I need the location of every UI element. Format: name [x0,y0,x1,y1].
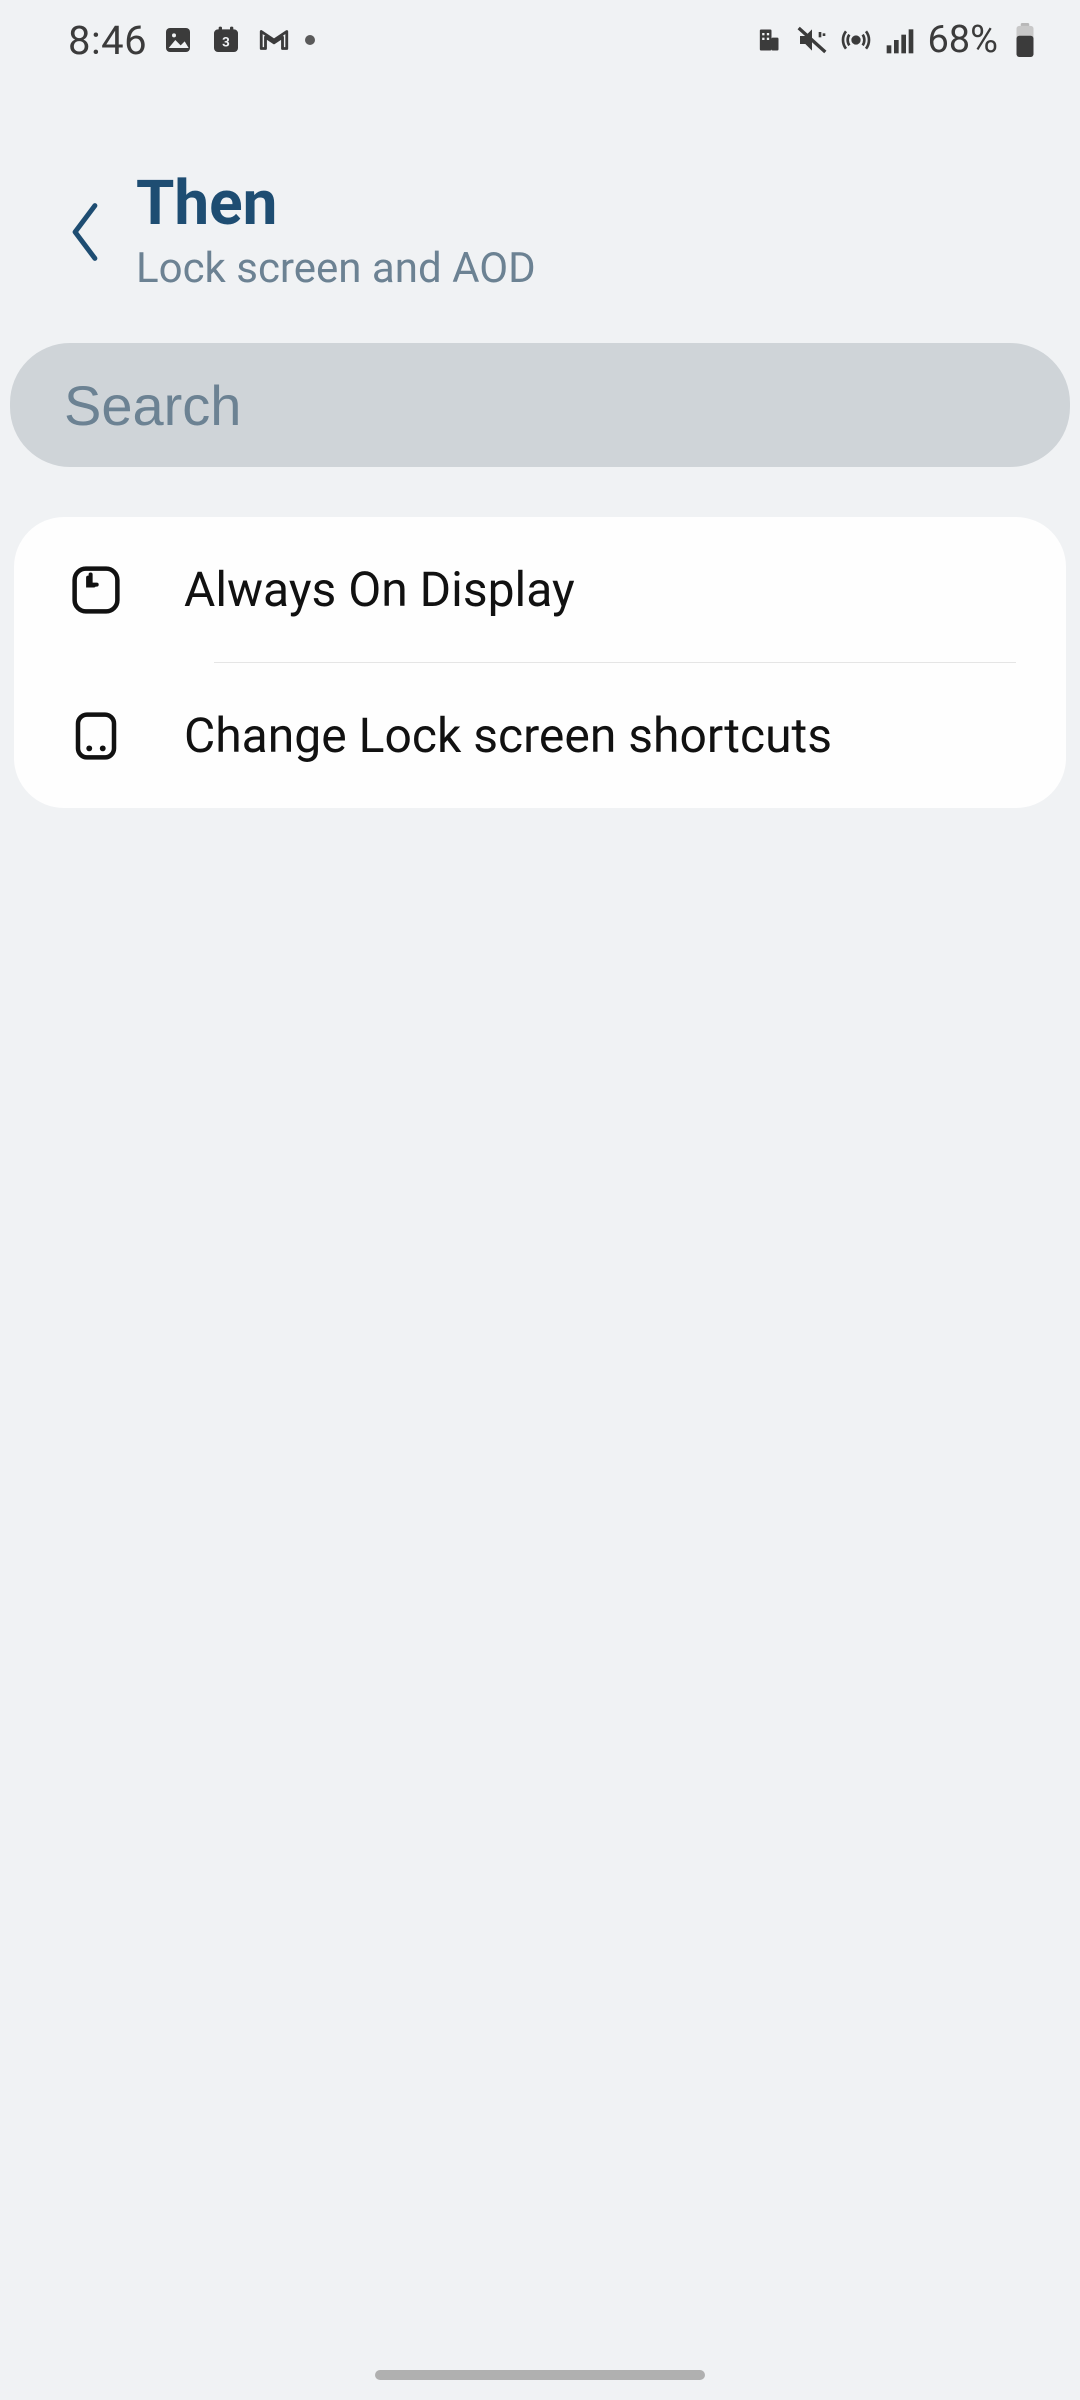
page-header: Then Lock screen and AOD [0,80,1080,343]
signal-icon [883,23,917,57]
page-title: Then [136,170,536,238]
page-subtitle: Lock screen and AOD [136,244,536,293]
list-item-always-on-display[interactable]: Always On Display [14,517,1066,662]
aod-clock-icon [68,562,124,618]
back-button[interactable] [40,187,130,277]
navigation-handle[interactable] [375,2370,705,2380]
battery-percent: 68% [927,18,998,62]
mute-vibrate-icon [795,23,829,57]
battery-icon [1008,23,1042,57]
chevron-left-icon [65,199,105,265]
gmail-icon [257,23,291,57]
header-texts: Then Lock screen and AOD [136,170,536,293]
calendar-icon: 3 [209,23,243,57]
status-time: 8:46 [68,17,147,64]
image-icon [161,23,195,57]
status-left: 8:46 3 [68,17,315,64]
hotspot-icon [839,23,873,57]
list-item-label: Change Lock screen shortcuts [184,707,832,764]
lock-screen-icon [68,708,124,764]
building-icon [751,23,785,57]
search-input[interactable] [64,373,1016,438]
search-field[interactable] [10,343,1070,467]
list-item-label: Always On Display [184,561,575,618]
list-item-change-lock-screen-shortcuts[interactable]: Change Lock screen shortcuts [14,663,1066,808]
status-bar: 8:46 3 [0,0,1080,80]
status-right: 68% [751,18,1042,62]
more-notifications-icon [305,35,315,45]
options-card: Always On Display Change Lock screen sho… [14,517,1066,808]
svg-text:3: 3 [222,36,230,51]
